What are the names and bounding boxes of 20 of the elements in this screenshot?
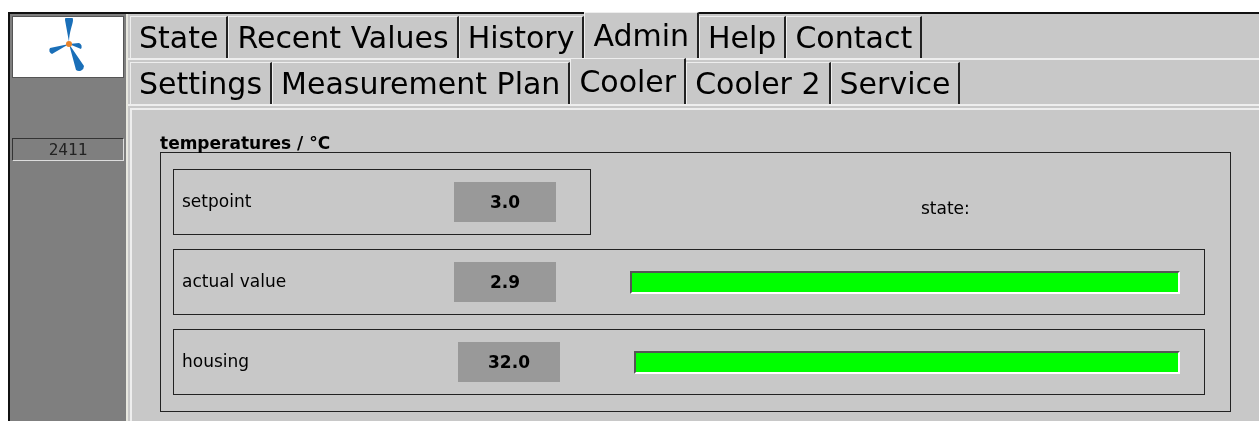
row-label: housing [182,350,251,374]
tab[interactable]: Help [699,16,787,58]
tab[interactable]: Settings [130,62,273,104]
value-display: 32.0 [458,342,560,382]
value-display: 2.9 [454,262,556,302]
value-display: 3.0 [454,182,556,222]
counter-display: 2411 [12,138,124,161]
tab[interactable]: Measurement Plan [272,62,571,104]
tab[interactable]: Service [830,62,961,104]
tab[interactable]: Cooler 2 [686,62,831,104]
tab[interactable]: Recent Values [228,16,459,58]
tab[interactable]: Cooler [570,58,687,104]
row-label: setpoint [182,190,253,214]
state-label: state: [921,197,970,221]
tab[interactable]: History [458,16,585,58]
tab[interactable]: Contact [786,16,923,58]
group-title: temperatures / °C [160,134,332,152]
tab[interactable]: State [130,16,229,58]
tab[interactable]: Admin [584,12,699,58]
row-label: actual value [182,270,288,294]
